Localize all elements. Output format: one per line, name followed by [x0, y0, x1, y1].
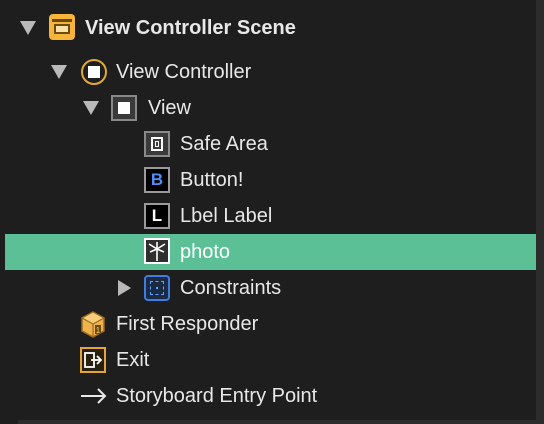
outline-item-label: Lbel Label: [180, 205, 273, 227]
view-controller-icon: [81, 59, 107, 85]
view-icon: [111, 95, 137, 121]
scene-icon: [49, 14, 75, 40]
outline-row-view-controller[interactable]: View Controller: [0, 54, 536, 90]
button-icon: B: [144, 167, 170, 193]
outline-item-label: photo: [180, 241, 231, 263]
arrow-right-icon: [80, 383, 107, 409]
disclosure-open-icon[interactable]: [83, 101, 99, 115]
outline-item-label: View Controller Scene: [85, 17, 296, 39]
disclosure-closed-icon[interactable]: [118, 280, 131, 296]
outline-row-photo[interactable]: photo: [5, 234, 541, 270]
outline-row-safe-area[interactable]: Safe Area: [0, 126, 536, 162]
first-responder-icon: 1: [80, 310, 106, 338]
divider: [18, 420, 544, 424]
document-outline: View Controller Scene View Controller Vi…: [0, 0, 544, 424]
outline-item-label: First Responder: [116, 313, 259, 335]
outline-row-view[interactable]: View: [0, 90, 536, 126]
svg-text:1: 1: [96, 326, 101, 335]
constraints-icon: [144, 275, 170, 301]
outline-item-label: Exit: [116, 349, 150, 371]
outline-row-button[interactable]: B Button!: [0, 162, 536, 198]
outline-row-exit[interactable]: Exit: [0, 342, 536, 378]
outline-item-label: Safe Area: [180, 133, 268, 155]
disclosure-open-icon[interactable]: [51, 65, 67, 79]
outline-row-storyboard-entry-point[interactable]: Storyboard Entry Point: [0, 378, 536, 414]
safe-area-icon: [144, 131, 170, 157]
outline-item-label: View Controller: [116, 61, 252, 83]
scrollbar-track[interactable]: [536, 0, 544, 424]
label-icon: L: [144, 203, 170, 229]
disclosure-open-icon[interactable]: [20, 21, 36, 35]
outline-row-first-responder[interactable]: 1 First Responder: [0, 306, 536, 342]
exit-icon: [80, 347, 106, 373]
outline-item-label: Button!: [180, 169, 244, 191]
outline-row-label[interactable]: L Lbel Label: [0, 198, 536, 234]
outline-row-view-controller-scene[interactable]: View Controller Scene: [0, 10, 536, 46]
image-view-icon: [144, 238, 170, 264]
outline-item-label: View: [148, 97, 191, 119]
outline-item-label: Constraints: [180, 277, 282, 299]
outline-row-constraints[interactable]: Constraints: [0, 270, 536, 306]
outline-item-label: Storyboard Entry Point: [116, 385, 318, 407]
